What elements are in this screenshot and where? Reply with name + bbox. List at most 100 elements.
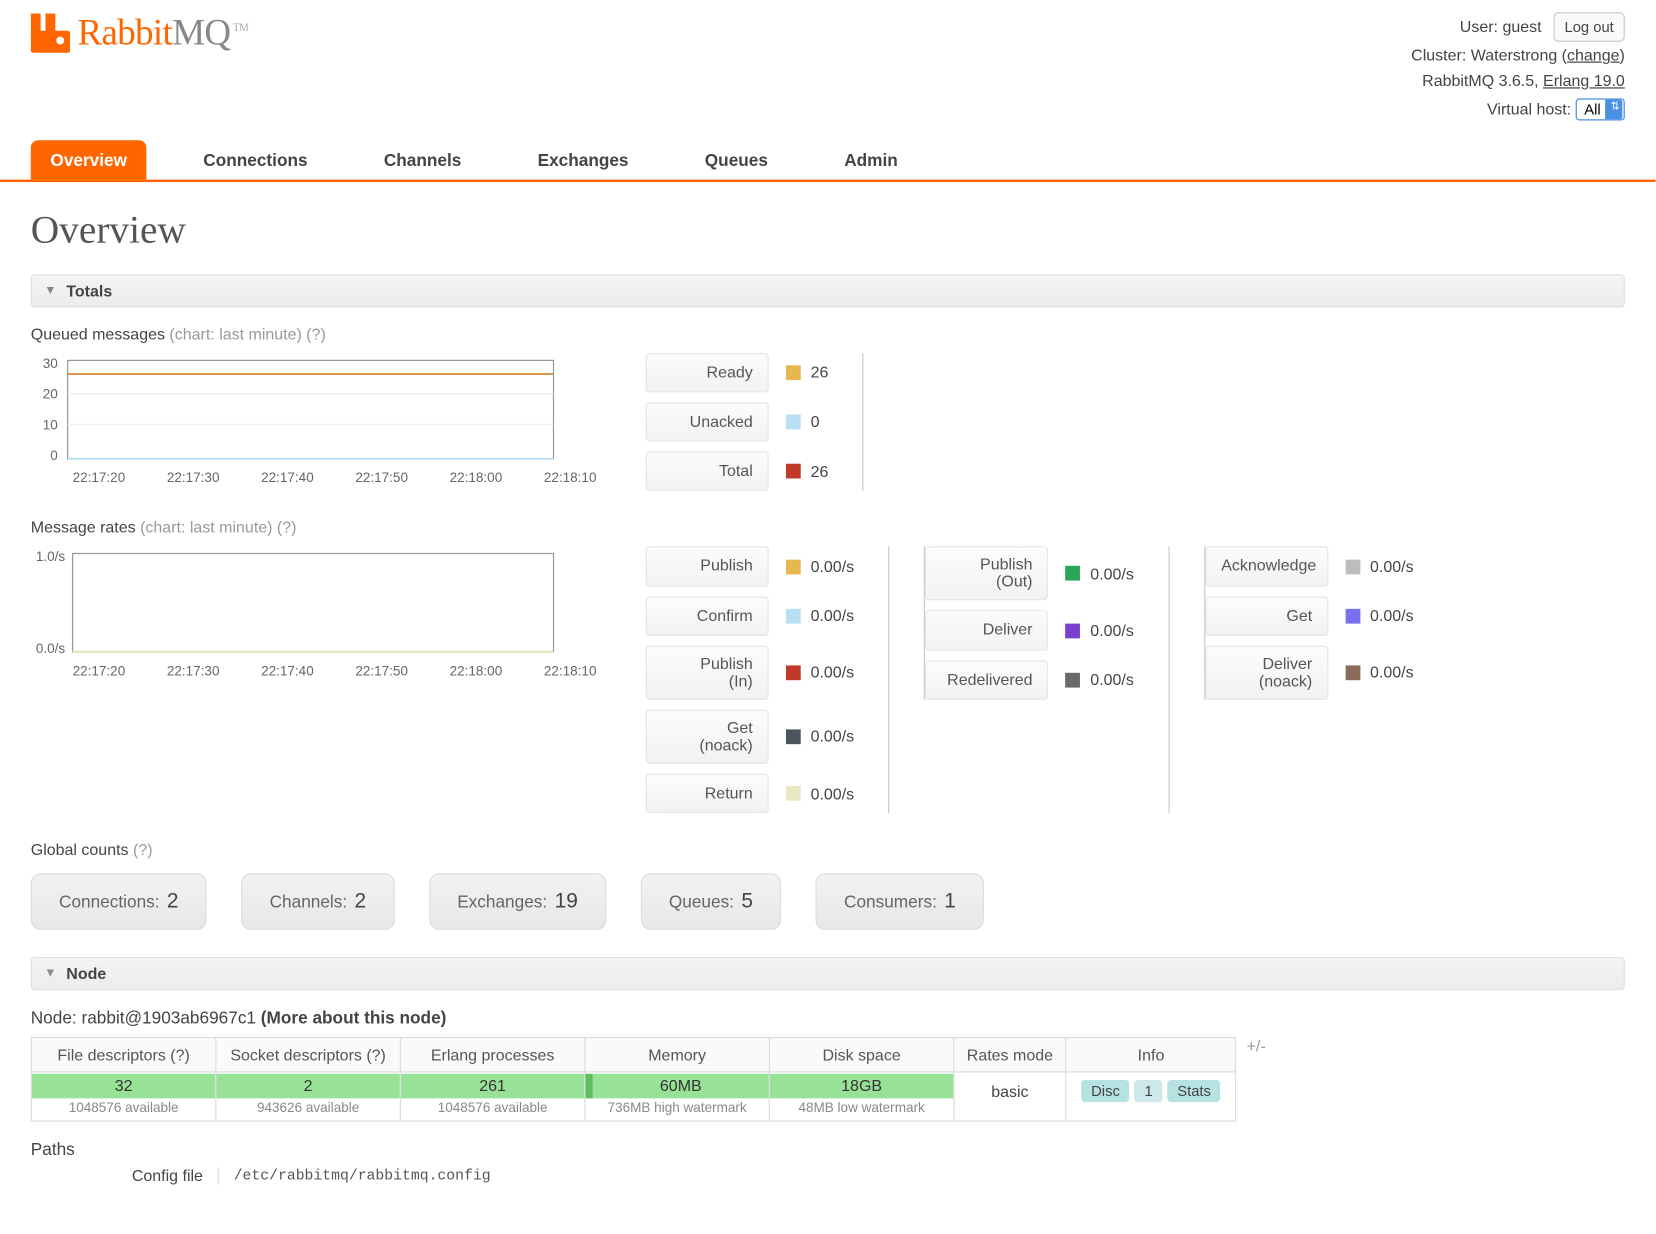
col-file-descriptors: File descriptors (?) bbox=[31, 1038, 216, 1072]
count-button[interactable]: Connections: 2 bbox=[31, 874, 207, 931]
nav-tabs: Overview Connections Channels Exchanges … bbox=[0, 140, 1656, 182]
tab-exchanges[interactable]: Exchanges bbox=[518, 140, 648, 179]
rates-xaxis: 22:17:20 22:17:30 22:17:40 22:17:50 22:1… bbox=[31, 665, 597, 680]
count-label: Queues: bbox=[669, 892, 734, 912]
tab-connections[interactable]: Connections bbox=[184, 140, 328, 179]
tab-admin[interactable]: Admin bbox=[825, 140, 918, 179]
count-button[interactable]: Consumers: 1 bbox=[816, 874, 984, 931]
legend-row[interactable]: Unacked0 bbox=[646, 402, 829, 442]
legend-row[interactable]: Get0.00/s bbox=[1205, 596, 1413, 636]
page-title: Overview bbox=[31, 206, 1625, 252]
legend-value: 26 bbox=[811, 363, 829, 381]
swatch-icon bbox=[1345, 559, 1360, 574]
swatch-icon bbox=[786, 609, 801, 624]
legend-row[interactable]: Publish(Out)0.00/s bbox=[925, 547, 1133, 601]
version-rabbitmq: RabbitMQ 3.6.5, bbox=[1422, 71, 1538, 89]
divider bbox=[889, 547, 890, 814]
col-rates-mode: Rates mode bbox=[954, 1038, 1066, 1072]
svg-text:10: 10 bbox=[43, 417, 58, 432]
config-file-value: /etc/rabbitmq/rabbitmq.config bbox=[218, 1167, 491, 1184]
vhost-select[interactable]: All bbox=[1576, 98, 1625, 120]
queued-subtitle: Queued messages (chart: last minute) (?) bbox=[31, 324, 1625, 342]
col-erlang-processes: Erlang processes bbox=[400, 1038, 584, 1072]
rabbitmq-icon bbox=[31, 14, 70, 53]
tab-queues[interactable]: Queues bbox=[685, 140, 788, 179]
cluster-value: Waterstrong bbox=[1471, 46, 1558, 64]
section-node-toggle[interactable]: ▼ Node bbox=[31, 957, 1625, 990]
legend-label: Ready bbox=[646, 352, 769, 392]
legend-row[interactable]: Acknowledge0.00/s bbox=[1205, 547, 1413, 587]
legend-value: 0.00/s bbox=[1090, 564, 1134, 582]
count-label: Consumers: bbox=[844, 892, 937, 912]
legend-label: Get(noack) bbox=[646, 710, 769, 764]
legend-row[interactable]: Total26 bbox=[646, 452, 829, 492]
erlang-link[interactable]: Erlang 19.0 bbox=[1543, 71, 1625, 89]
legend-value: 0.00/s bbox=[1090, 621, 1134, 639]
count-button[interactable]: Channels: 2 bbox=[241, 874, 394, 931]
count-value: 19 bbox=[555, 890, 578, 915]
columns-plusminus[interactable]: +/- bbox=[1247, 1037, 1266, 1055]
badge-stats: Stats bbox=[1167, 1080, 1220, 1102]
tab-channels[interactable]: Channels bbox=[364, 140, 481, 179]
header: RabbitMQTM User: guest Log out Cluster: … bbox=[0, 0, 1656, 122]
legend-row[interactable]: Get(noack) 0.00/s bbox=[646, 710, 854, 764]
legend-row[interactable]: Deliver 0.00/s bbox=[925, 611, 1133, 651]
count-button[interactable]: Queues: 5 bbox=[641, 874, 782, 931]
more-about-node-link[interactable]: (More about this node) bbox=[261, 1008, 447, 1028]
col-disk-space: Disk space bbox=[769, 1038, 954, 1072]
badge-replica-count: 1 bbox=[1135, 1080, 1163, 1102]
section-node-label: Node bbox=[66, 965, 106, 983]
legend-label: Deliver bbox=[925, 611, 1048, 651]
swatch-icon bbox=[1066, 673, 1081, 688]
tab-overview[interactable]: Overview bbox=[31, 140, 147, 179]
legend-row[interactable]: Ready 26 bbox=[646, 352, 829, 392]
section-totals-toggle[interactable]: ▼ Totals bbox=[31, 274, 1625, 307]
cluster-label: Cluster: bbox=[1411, 46, 1466, 64]
config-file-label: Config file bbox=[31, 1166, 203, 1184]
swatch-icon bbox=[786, 559, 801, 574]
swatch-icon bbox=[786, 365, 801, 380]
legend-label: Get bbox=[1205, 596, 1328, 636]
logout-button[interactable]: Log out bbox=[1553, 12, 1624, 42]
legend-row[interactable]: Deliver(noack)0.00/s bbox=[1205, 646, 1413, 700]
logo[interactable]: RabbitMQTM bbox=[31, 12, 249, 54]
swatch-icon bbox=[786, 414, 801, 429]
col-info: Info bbox=[1066, 1038, 1236, 1072]
legend-value: 0.00/s bbox=[811, 784, 855, 802]
vhost-label: Virtual host: bbox=[1487, 100, 1571, 118]
legend-value: 0.00/s bbox=[811, 728, 855, 746]
count-button[interactable]: Exchanges: 19 bbox=[429, 874, 606, 931]
legend-row[interactable]: Publish 0.00/s bbox=[646, 547, 854, 587]
legend-label: Return bbox=[646, 774, 769, 814]
rates-subtitle: Message rates (chart: last minute) (?) bbox=[31, 518, 1625, 536]
swatch-icon bbox=[1066, 623, 1081, 638]
swatch-icon bbox=[1066, 566, 1081, 581]
legend-value: 26 bbox=[811, 462, 829, 480]
count-value: 2 bbox=[355, 890, 367, 915]
change-cluster-link[interactable]: change bbox=[1567, 46, 1619, 64]
queued-legend: Ready 26 Unacked0 Total26 bbox=[646, 352, 829, 491]
count-label: Connections: bbox=[59, 892, 160, 912]
col-socket-descriptors: Socket descriptors (?) bbox=[216, 1038, 401, 1072]
legend-label: Acknowledge bbox=[1205, 547, 1328, 587]
count-value: 2 bbox=[167, 890, 179, 915]
legend-label: Publish bbox=[646, 547, 769, 587]
header-right: User: guest Log out Cluster: Waterstrong… bbox=[1411, 12, 1625, 122]
legend-row[interactable]: Publish(In)0.00/s bbox=[646, 646, 854, 700]
user-value: guest bbox=[1502, 17, 1541, 35]
paths-row: Config file /etc/rabbitmq/rabbitmq.confi… bbox=[31, 1166, 1625, 1184]
paths-title: Paths bbox=[31, 1139, 1625, 1159]
legend-row[interactable]: Confirm0.00/s bbox=[646, 596, 854, 636]
chevron-down-icon: ▼ bbox=[44, 284, 56, 298]
legend-row[interactable]: Redelivered0.00/s bbox=[925, 660, 1133, 700]
legend-value: 0.00/s bbox=[811, 557, 855, 575]
legend-label: Unacked bbox=[646, 402, 769, 442]
legend-label: Redelivered bbox=[925, 660, 1048, 700]
rates-legend-col: Publish(Out)0.00/s Deliver 0.00/s Redeliver… bbox=[924, 547, 1134, 700]
legend-value: 0.00/s bbox=[811, 664, 855, 682]
svg-text:1.0/s: 1.0/s bbox=[36, 549, 66, 564]
node-heading: Node: rabbit@1903ab6967c1 (More about th… bbox=[31, 1008, 1625, 1028]
main: Overview ▼ Totals Queued messages (chart… bbox=[0, 181, 1656, 1234]
legend-row[interactable]: Return 0.00/s bbox=[646, 774, 854, 814]
svg-text:0.0/s: 0.0/s bbox=[36, 642, 66, 657]
